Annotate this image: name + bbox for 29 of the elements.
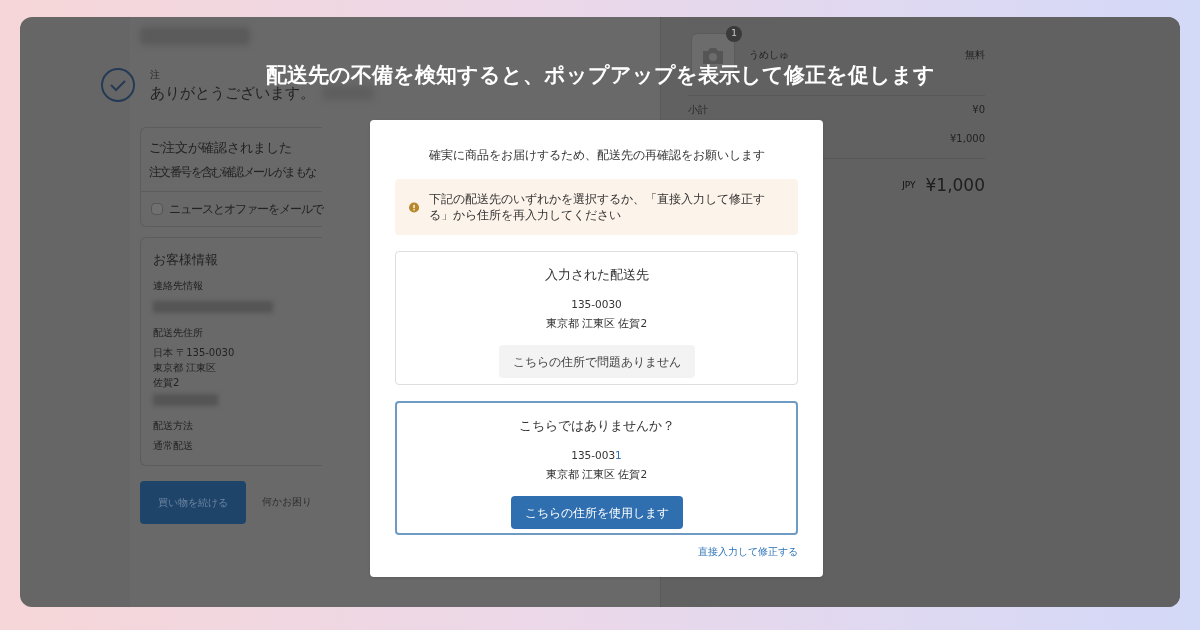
caption-text: 配送先の不備を検知すると、ポップアップを表示して修正を促します: [265, 62, 935, 87]
card-title: お客様情報: [153, 251, 219, 269]
thanks-heading: ありがとうございます。: [150, 84, 315, 104]
option-heading: 入力された配送先: [544, 266, 649, 284]
newsletter-checkbox[interactable]: [151, 203, 163, 215]
postal-code: 135-0031: [571, 447, 622, 463]
address-option-card[interactable]: こちらではありませんか？ 135-0031 東京都 江東区 佐賀2 こちらの住所を使用します: [395, 401, 798, 535]
notice-text: 下記の配送先のいずれかを選択するか、「直接入力して修正する」から住所を再入力してください: [429, 191, 767, 223]
summary-value: ¥1,000: [950, 132, 985, 146]
checkbox-label: ニュースとオファーをメールで: [169, 201, 323, 218]
summary-value: ¥0: [972, 103, 985, 117]
address-line: 佐賀2: [153, 375, 181, 390]
total-price: ¥1,000: [925, 174, 985, 197]
use-address-button[interactable]: こちらの住所を使用します: [510, 496, 683, 530]
edit-address-link[interactable]: 直接入力して修正する: [698, 545, 798, 560]
section-heading: 配送方法: [153, 418, 194, 433]
currency-code: JPY: [902, 179, 916, 192]
address-text: 東京都 江東区 佐賀2: [545, 466, 648, 482]
card-text: 注文番号を含む確認メールがまもな: [149, 164, 316, 181]
keep-address-button[interactable]: こちらの住所で問題ありません: [498, 345, 695, 379]
check-circle-icon: [100, 67, 136, 103]
address-option-card[interactable]: 入力された配送先 135-0030 東京都 江東区 佐賀2 こちらの住所で問題ありません: [395, 251, 798, 385]
card-title: ご注文が確認されました: [149, 138, 293, 157]
dialog-title: 確実に商品をお届けするため、配送先の再確認をお願いします: [427, 147, 766, 164]
option-heading: こちらではありませんか？: [518, 417, 675, 435]
quantity-badge: 1: [726, 26, 742, 42]
section-heading: 配送先住所: [153, 325, 204, 340]
postal-code: 135-0030: [571, 296, 622, 312]
address-text: 東京都 江東区 佐賀2: [545, 315, 648, 331]
